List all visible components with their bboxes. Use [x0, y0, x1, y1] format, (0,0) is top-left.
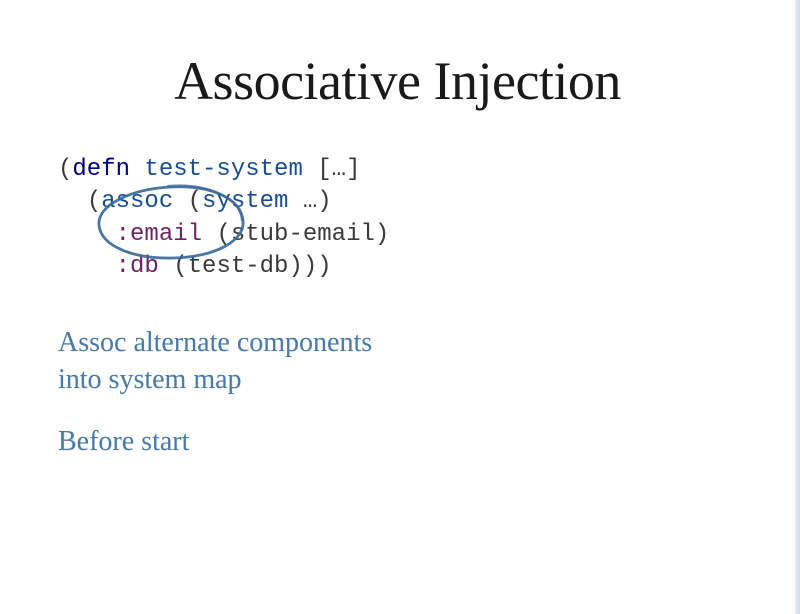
space — [130, 156, 144, 183]
annotation-1-line-2: into system map — [58, 361, 745, 399]
right-edge-decoration — [795, 0, 800, 614]
paren: ( — [188, 188, 202, 215]
keyword-defn: defn — [72, 156, 130, 183]
paren: ( — [87, 188, 101, 215]
indent — [58, 253, 116, 280]
annotation-1: Assoc alternate components into system m… — [58, 324, 745, 400]
indent — [58, 221, 116, 248]
indent — [58, 188, 87, 215]
paren: ) — [375, 221, 389, 248]
code-line-1: (defn test-system […] — [58, 154, 745, 186]
paren: ( — [173, 253, 187, 280]
slide: Associative Injection (defn test-system … — [0, 0, 795, 614]
slide-title: Associative Injection — [50, 50, 745, 112]
paren: ( — [216, 221, 230, 248]
paren: ( — [58, 156, 72, 183]
code-line-4: :db (test-db))) — [58, 251, 745, 283]
space — [159, 253, 173, 280]
code-line-2: (assoc (system …) — [58, 186, 745, 218]
annotation-2: Before start — [58, 423, 745, 461]
fn-name: test-system — [144, 156, 302, 183]
fn-stub-email: stub-email — [231, 221, 375, 248]
keyword-email: :email — [116, 221, 202, 248]
annotation-1-line-1: Assoc alternate components — [58, 324, 745, 362]
args: […] — [303, 156, 361, 183]
space — [202, 221, 216, 248]
code-block: (defn test-system […] (assoc (system …) … — [58, 154, 745, 284]
keyword-db: :db — [116, 253, 159, 280]
code-line-3: :email (stub-email) — [58, 219, 745, 251]
fn-system: system — [202, 188, 288, 215]
fn-test-db: test-db — [188, 253, 289, 280]
paren: ))) — [288, 253, 331, 280]
fn-assoc: assoc — [101, 188, 187, 215]
rest: …) — [288, 188, 331, 215]
